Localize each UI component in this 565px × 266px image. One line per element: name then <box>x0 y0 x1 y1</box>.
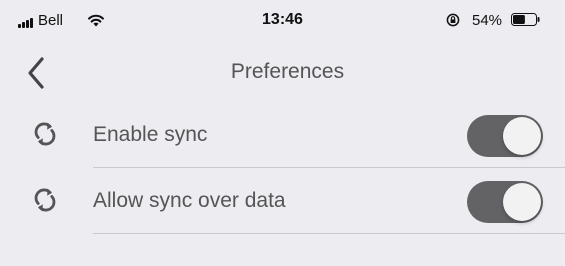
allow-sync-over-data-toggle[interactable] <box>467 181 543 223</box>
sync-icon <box>34 122 56 146</box>
page-title: Preferences <box>230 60 345 83</box>
status-bar: Bell 13:46 54% <box>0 0 565 40</box>
setting-row-allow-sync-over-data: Allow sync over data <box>0 168 565 234</box>
setting-label: Enable sync <box>93 123 208 146</box>
enable-sync-toggle[interactable] <box>467 115 543 157</box>
toggle-knob <box>503 117 541 155</box>
preferences-screen: Bell 13:46 54% Preferences Enable sync A… <box>0 0 565 266</box>
toggle-knob <box>503 183 541 221</box>
battery-icon <box>511 13 540 26</box>
rotation-lock-icon <box>446 13 460 27</box>
setting-row-enable-sync: Enable sync <box>0 102 565 168</box>
setting-label: Allow sync over data <box>93 189 286 212</box>
navigation-bar: Preferences <box>0 44 565 102</box>
sync-icon <box>34 188 56 212</box>
battery-percent: 54% <box>472 12 503 29</box>
row-divider <box>93 233 565 234</box>
